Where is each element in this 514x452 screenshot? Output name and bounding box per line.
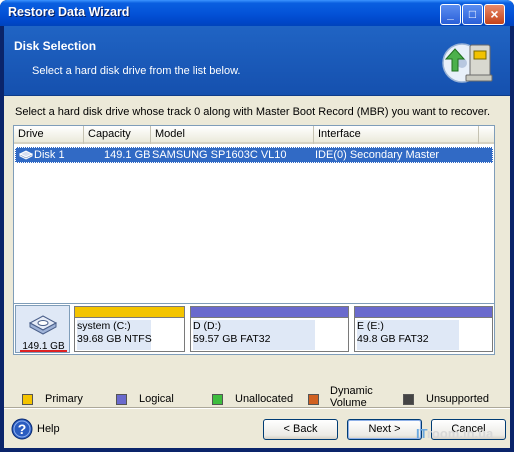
footer-divider	[4, 407, 510, 409]
partition-e-info: 49.8 GB FAT32	[357, 333, 429, 345]
minimize-button[interactable]: _	[440, 4, 461, 25]
row-drive: Disk 1	[34, 149, 65, 161]
legend-label: Unsupported	[426, 393, 489, 405]
disk-list[interactable]: Drive Capacity Model Interface Disk 1 14…	[13, 125, 495, 308]
partition-c-info: 39.68 GB NTFS	[77, 333, 152, 345]
partition-d-type-bar	[191, 307, 348, 318]
disk-restore-icon	[442, 43, 493, 83]
partition-c-type-bar	[75, 307, 184, 318]
column-header-model[interactable]: Model	[151, 126, 314, 144]
watermark: ITroom.in.ua	[416, 426, 494, 441]
partition-c-name: system (C:)	[77, 320, 131, 332]
legend-swatch	[116, 394, 127, 405]
back-button[interactable]: < Back	[263, 419, 338, 440]
close-button[interactable]: ×	[484, 4, 505, 25]
legend-swatch	[308, 394, 319, 405]
column-header-drive[interactable]: Drive	[14, 126, 84, 144]
partition-e-name: E (E:)	[357, 320, 384, 332]
partition-e-type-bar	[355, 307, 492, 318]
instruction-text: Select a hard disk drive whose track 0 a…	[15, 106, 491, 118]
partition-d-info: 59.57 GB FAT32	[193, 333, 271, 345]
legend-swatch	[212, 394, 223, 405]
list-header: Drive Capacity Model Interface	[14, 126, 494, 144]
legend-label: Logical	[139, 393, 174, 405]
legend-label: Dynamic Volume	[330, 385, 373, 409]
wizard-window: Restore Data Wizard _ □ × Disk Selection…	[0, 0, 514, 452]
next-button[interactable]: Next >	[347, 419, 422, 440]
hard-disk-icon	[19, 150, 33, 160]
wizard-header: Disk Selection Select a hard disk drive …	[4, 26, 510, 96]
hard-disk-icon	[28, 315, 58, 335]
disk-row-selected[interactable]: Disk 1 149.1 GB SAMSUNG SP1603C VL10 IDE…	[15, 147, 493, 163]
title-bar[interactable]: Restore Data Wizard _ □ ×	[0, 0, 514, 26]
page-subtitle: Select a hard disk drive from the list b…	[32, 65, 241, 77]
window-title: Restore Data Wizard	[8, 5, 130, 19]
help-icon[interactable]: ?	[11, 418, 33, 440]
page-title: Disk Selection	[14, 39, 97, 53]
column-header-interface[interactable]: Interface	[314, 126, 479, 144]
wizard-client-area: Disk Selection Select a hard disk drive …	[4, 26, 510, 448]
disk-size-label: 149.1 GB	[20, 341, 67, 352]
help-link[interactable]: Help	[37, 423, 60, 435]
disk-map: 149.1 GB system (C:) 39.68 GB NTFS D (D:…	[13, 303, 495, 355]
row-capacity: 149.1 GB	[104, 149, 151, 161]
row-model: SAMSUNG SP1603C VL10	[152, 149, 287, 161]
legend-label: Primary	[45, 393, 83, 405]
partition-d-name: D (D:)	[193, 320, 221, 332]
partition-e[interactable]: E (E:) 49.8 GB FAT32	[354, 306, 493, 352]
partition-c[interactable]: system (C:) 39.68 GB NTFS	[74, 306, 185, 352]
column-header-capacity[interactable]: Capacity	[84, 126, 151, 144]
svg-text:?: ?	[18, 421, 27, 437]
maximize-button[interactable]: □	[462, 4, 483, 25]
legend-label: Unallocated	[235, 393, 294, 405]
disk-summary-cell[interactable]: 149.1 GB	[15, 305, 70, 353]
row-interface: IDE(0) Secondary Master	[315, 149, 440, 161]
partition-d[interactable]: D (D:) 59.57 GB FAT32	[190, 306, 349, 352]
legend-swatch	[403, 394, 414, 405]
legend-swatch	[22, 394, 33, 405]
